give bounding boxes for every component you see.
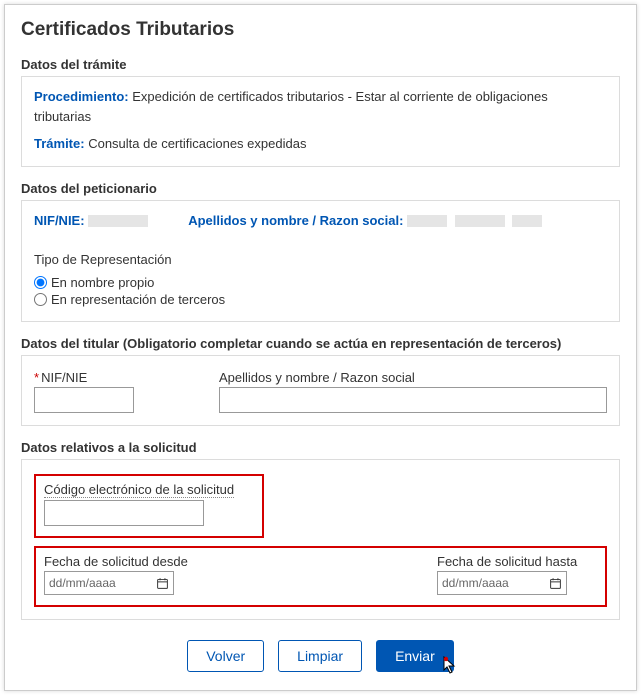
- fecha-desde-placeholder: dd/mm/aaaa: [49, 576, 155, 590]
- titular-apellidos-input[interactable]: [219, 387, 607, 413]
- calendar-icon[interactable]: [155, 576, 169, 590]
- highlight-codigo: Código electrónico de la solicitud: [34, 474, 264, 538]
- nif-label: NIF/NIE:: [34, 213, 85, 228]
- panel-peticionario: NIF/NIE: Apellidos y nombre / Razon soci…: [21, 200, 620, 323]
- cursor-icon: [443, 656, 459, 677]
- fecha-hasta-label: Fecha de solicitud hasta: [437, 554, 597, 569]
- fecha-hasta-placeholder: dd/mm/aaaa: [442, 576, 548, 590]
- button-row: Volver Limpiar Enviar: [21, 640, 620, 672]
- tramite-value: Consulta de certificaciones expedidas: [88, 136, 306, 151]
- section-solicitud-title: Datos relativos a la solicitud: [21, 440, 620, 455]
- section-titular-title: Datos del titular (Obligatorio completar…: [21, 336, 620, 351]
- apellidos-value-redacted-1: [407, 215, 447, 227]
- enviar-button[interactable]: Enviar: [376, 640, 454, 672]
- radio-propio[interactable]: [34, 276, 47, 289]
- titular-apellidos-label: Apellidos y nombre / Razon social: [219, 370, 607, 385]
- codigo-input[interactable]: [44, 500, 204, 526]
- panel-titular: *NIF/NIE Apellidos y nombre / Razon soci…: [21, 355, 620, 426]
- radio-propio-label: En nombre propio: [51, 275, 154, 290]
- titular-nif-input[interactable]: [34, 387, 134, 413]
- section-tramite-title: Datos del trámite: [21, 57, 620, 72]
- apellidos-value-redacted-2: [455, 215, 505, 227]
- codigo-label: Código electrónico de la solicitud: [44, 482, 234, 498]
- page-title: Certificados Tributarios: [21, 19, 620, 41]
- calendar-icon[interactable]: [548, 576, 562, 590]
- radio-terceros-label: En representación de terceros: [51, 292, 225, 307]
- nif-value-redacted: [88, 215, 148, 227]
- panel-solicitud: Código electrónico de la solicitud Fecha…: [21, 459, 620, 620]
- limpiar-button[interactable]: Limpiar: [278, 640, 362, 672]
- fecha-desde-label: Fecha de solicitud desde: [44, 554, 204, 569]
- highlight-fechas: Fecha de solicitud desde dd/mm/aaaa Fech…: [34, 546, 607, 607]
- volver-button[interactable]: Volver: [187, 640, 264, 672]
- apellidos-value-redacted-3: [512, 215, 542, 227]
- titular-nif-label: NIF/NIE: [41, 370, 87, 385]
- enviar-button-label: Enviar: [395, 648, 435, 664]
- tipo-rep-label: Tipo de Representación: [34, 252, 607, 267]
- tramite-label: Trámite:: [34, 136, 85, 151]
- radio-terceros[interactable]: [34, 293, 47, 306]
- panel-tramite: Procedimiento: Expedición de certificado…: [21, 76, 620, 167]
- required-marker: *: [34, 370, 39, 385]
- fecha-hasta-input[interactable]: dd/mm/aaaa: [437, 571, 567, 595]
- procedimiento-label: Procedimiento:: [34, 89, 129, 104]
- apellidos-label: Apellidos y nombre / Razon social:: [188, 213, 403, 228]
- section-peticionario-title: Datos del peticionario: [21, 181, 620, 196]
- fecha-desde-input[interactable]: dd/mm/aaaa: [44, 571, 174, 595]
